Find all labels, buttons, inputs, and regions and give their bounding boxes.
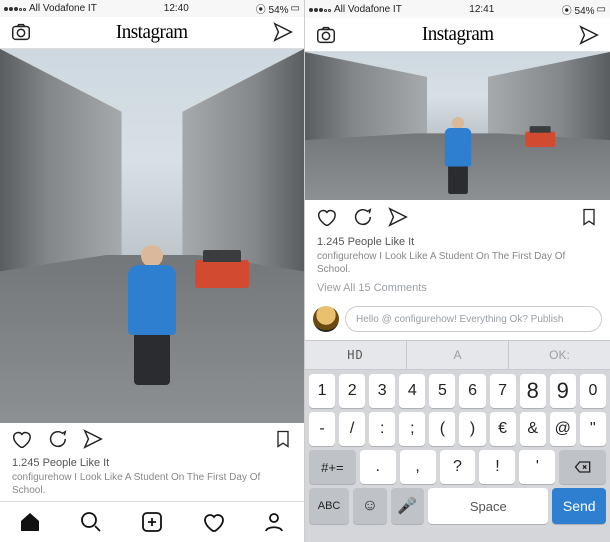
comment-icon[interactable] <box>46 428 68 450</box>
backspace-icon <box>573 457 593 477</box>
status-bar: All Vodafone IT 12:41 ⦿ 54% ▭ <box>305 0 610 18</box>
post-photo[interactable] <box>305 52 610 200</box>
battery-percent: ⦿ 54% <box>562 2 595 17</box>
space-key[interactable]: Space <box>428 488 548 524</box>
camera-icon[interactable] <box>315 24 337 46</box>
post-caption: configurehow I Look Like A Student On Th… <box>305 250 610 280</box>
send-key[interactable]: Send <box>552 488 606 524</box>
keyboard: 1 2 3 4 5 6 7 8 9 0 - / : ; ( ) € & @ " … <box>305 370 610 542</box>
status-bar: All Vodafone IT 12:40 ⦿ 54% ▭ <box>0 0 304 17</box>
battery-percent: ⦿ 54% <box>256 1 289 16</box>
battery-icon: ▭ <box>597 4 606 15</box>
key-colon[interactable]: : <box>369 412 395 446</box>
comment-compose: Hello @ configurehow! Everything Ok? Pub… <box>305 302 610 340</box>
key-exclaim[interactable]: ! <box>479 450 515 484</box>
key-slash[interactable]: / <box>339 412 365 446</box>
post-actions <box>305 200 610 234</box>
clock: 12:41 <box>469 4 494 15</box>
key-period[interactable]: . <box>360 450 396 484</box>
key-3[interactable]: 3 <box>369 374 395 408</box>
camera-icon[interactable] <box>10 21 32 43</box>
clock: 12:40 <box>164 3 189 14</box>
search-icon[interactable] <box>78 509 104 535</box>
key-euro[interactable]: € <box>490 412 516 446</box>
bookmark-icon[interactable] <box>578 206 600 228</box>
heart-icon[interactable] <box>315 206 337 228</box>
key-amp[interactable]: & <box>520 412 546 446</box>
comment-icon[interactable] <box>351 206 373 228</box>
app-logo: Instagram <box>116 21 188 44</box>
app-header: Instagram <box>305 18 610 52</box>
share-plane-icon[interactable] <box>82 428 104 450</box>
key-lparen[interactable]: ( <box>429 412 455 446</box>
screenshot-left: All Vodafone IT 12:40 ⦿ 54% ▭ Instagram <box>0 0 305 542</box>
predict-mid[interactable]: A <box>407 341 509 369</box>
send-plane-icon[interactable] <box>272 21 294 43</box>
signal-dots-icon <box>4 3 27 14</box>
app-header: Instagram <box>0 17 304 49</box>
home-icon[interactable] <box>17 509 43 535</box>
app-logo: Instagram <box>422 23 494 46</box>
post-actions <box>0 423 304 455</box>
key-rparen[interactable]: ) <box>459 412 485 446</box>
screenshot-right: All Vodafone IT 12:41 ⦿ 54% ▭ Instagram <box>305 0 610 542</box>
comment-input[interactable]: Hello @ configurehow! Everything Ok? Pub… <box>345 306 602 332</box>
send-plane-icon[interactable] <box>578 24 600 46</box>
bottom-tab-bar <box>0 501 304 542</box>
key-4[interactable]: 4 <box>399 374 425 408</box>
profile-icon[interactable] <box>261 509 287 535</box>
key-symbols[interactable]: #+= <box>309 450 356 484</box>
mic-key[interactable]: 🎤 <box>391 488 424 524</box>
signal-dots-icon <box>309 4 332 15</box>
key-6[interactable]: 6 <box>459 374 485 408</box>
likes-count[interactable]: 1.245 People Like It <box>0 455 304 471</box>
key-quote[interactable]: " <box>580 412 606 446</box>
add-post-icon[interactable] <box>139 509 165 535</box>
key-1[interactable]: 1 <box>309 374 335 408</box>
key-dash[interactable]: - <box>309 412 335 446</box>
predictive-bar: HD A OK: <box>305 340 610 370</box>
likes-count[interactable]: 1.245 People Like It <box>305 234 610 250</box>
key-7[interactable]: 7 <box>490 374 516 408</box>
key-0[interactable]: 0 <box>580 374 606 408</box>
carrier-label: All Vodafone IT <box>29 3 97 14</box>
emoji-icon: ☺ <box>362 497 378 515</box>
key-semicolon[interactable]: ; <box>399 412 425 446</box>
avatar[interactable] <box>313 306 339 332</box>
key-5[interactable]: 5 <box>429 374 455 408</box>
share-plane-icon[interactable] <box>387 206 409 228</box>
mic-icon: 🎤 <box>397 496 417 516</box>
battery-icon: ▭ <box>291 3 300 14</box>
view-comments-link[interactable]: View All 15 Comments <box>305 280 610 302</box>
carrier-label: All Vodafone IT <box>334 4 402 15</box>
key-9[interactable]: 9 <box>550 374 576 408</box>
heart-icon[interactable] <box>10 428 32 450</box>
key-comma[interactable]: , <box>400 450 436 484</box>
activity-heart-icon[interactable] <box>200 509 226 535</box>
predict-right[interactable]: OK: <box>509 341 610 369</box>
predict-left[interactable]: HD <box>305 341 407 369</box>
backspace-key[interactable] <box>559 450 606 484</box>
key-apostrophe[interactable]: ' <box>519 450 555 484</box>
bookmark-icon[interactable] <box>272 428 294 450</box>
key-2[interactable]: 2 <box>339 374 365 408</box>
key-abc[interactable]: ABC <box>309 488 349 524</box>
post-photo[interactable] <box>0 49 304 423</box>
key-question[interactable]: ? <box>440 450 476 484</box>
key-8[interactable]: 8 <box>520 374 546 408</box>
emoji-key[interactable]: ☺ <box>353 488 386 524</box>
post-caption: configurehow I Look Like A Student On Th… <box>0 471 304 501</box>
key-at[interactable]: @ <box>550 412 576 446</box>
